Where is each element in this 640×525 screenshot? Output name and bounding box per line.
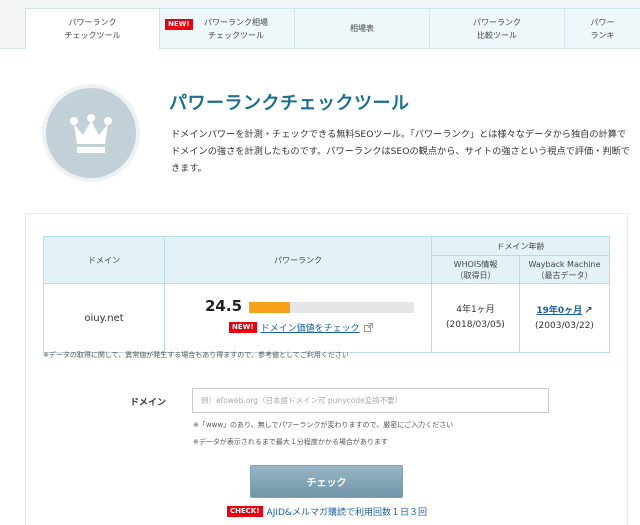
tab-power-rank-check[interactable]: パワーランク チェックツール — [25, 8, 160, 50]
domain-input[interactable] — [192, 388, 549, 413]
page-title: パワーランクチェックツール — [169, 93, 410, 114]
header-power-rank: パワーランク — [164, 236, 432, 284]
crown-icon — [70, 114, 112, 153]
promo-text: AJID&メルマガ購読で利用回数１日３回 — [266, 508, 427, 518]
external-link-icon — [363, 323, 373, 332]
tab-market-table[interactable]: 相場表 — [295, 8, 430, 49]
power-rank-cell: 24.5 NEW! ドメイン価値をチェック — [164, 283, 432, 353]
wayback-cell: 19年0ヶ月 ↗ (2003/03/22) — [519, 283, 610, 353]
check-badge: CHECK! — [227, 506, 263, 517]
tab-power-ranking[interactable]: パワー ランキ — [565, 8, 640, 49]
whois-cell: 4年1ヶ月 (2018/03/05) — [431, 283, 520, 353]
header-domain: ドメイン — [43, 236, 165, 284]
header-wayback: Wayback Machine （最古データ） — [519, 255, 610, 284]
domain-label: ドメイン — [130, 398, 167, 408]
domain-value: oiuy.net — [43, 283, 165, 353]
tab-label: 相場表 — [350, 24, 374, 33]
check-link-label: ドメイン価値をチェック — [260, 324, 360, 334]
table-row: oiuy.net 24.5 NEW! ドメイン価値をチェック 4年1ヶ月 (20… — [43, 283, 610, 353]
tab-label: パワーランク 比較ツール — [473, 17, 521, 40]
time-note: ※データが表示されるまで最大１分程度かかる場合があります — [193, 438, 388, 446]
page-description: ドメインパワーを計測・チェックできる無料SEOツール。「パワーランク」とは様々な… — [171, 129, 630, 174]
data-note: ※データの取得に関して、異常値が発生する場合もあり得ますので、参考値としてご利用… — [43, 351, 349, 359]
tab-label: パワーランク相場 チェックツール — [204, 17, 268, 40]
result-table: ドメイン パワーランク ドメイン年齢 WHOIS情報 （取得日） Wayback… — [43, 236, 610, 353]
new-badge: NEW! — [165, 19, 193, 30]
wayback-link[interactable]: 19年0ヶ月 — [536, 306, 582, 316]
power-rank-bar-fill — [249, 302, 291, 313]
whois-age: 4年1ヶ月 — [456, 305, 495, 315]
header-whois: WHOIS情報 （取得日） — [431, 255, 520, 284]
check-button[interactable]: チェック — [250, 465, 403, 498]
tab-bar: パワーランク チェックツール NEW! パワーランク相場 チェックツール 相場表… — [0, 0, 640, 50]
www-note: ※「www」のあり、無しでパワーランクが変わりますので、厳密にご入力ください — [193, 421, 454, 429]
power-rank-bar — [249, 302, 414, 313]
tab-label: パワーランク チェックツール — [64, 18, 121, 40]
new-badge: NEW! — [229, 322, 257, 333]
tab-power-rank-market-check[interactable]: NEW! パワーランク相場 チェックツール — [160, 8, 295, 49]
power-rank-score: 24.5 — [205, 297, 243, 315]
wayback-date: (2003/03/22) — [535, 320, 594, 331]
header-domain-age: ドメイン年齢 — [431, 236, 610, 256]
tab-label: パワー ランキ — [590, 17, 615, 40]
promo-link[interactable]: CHECK! AJID&メルマガ購読で利用回数１日３回 — [227, 505, 427, 518]
domain-value-check-link[interactable]: NEW! ドメイン価値をチェック — [229, 321, 373, 334]
arrow-up-right-icon: ↗ — [584, 304, 593, 316]
crown-logo — [42, 84, 140, 182]
tab-power-rank-compare[interactable]: パワーランク 比較ツール — [430, 8, 565, 49]
whois-date: (2018/03/05) — [446, 320, 505, 330]
